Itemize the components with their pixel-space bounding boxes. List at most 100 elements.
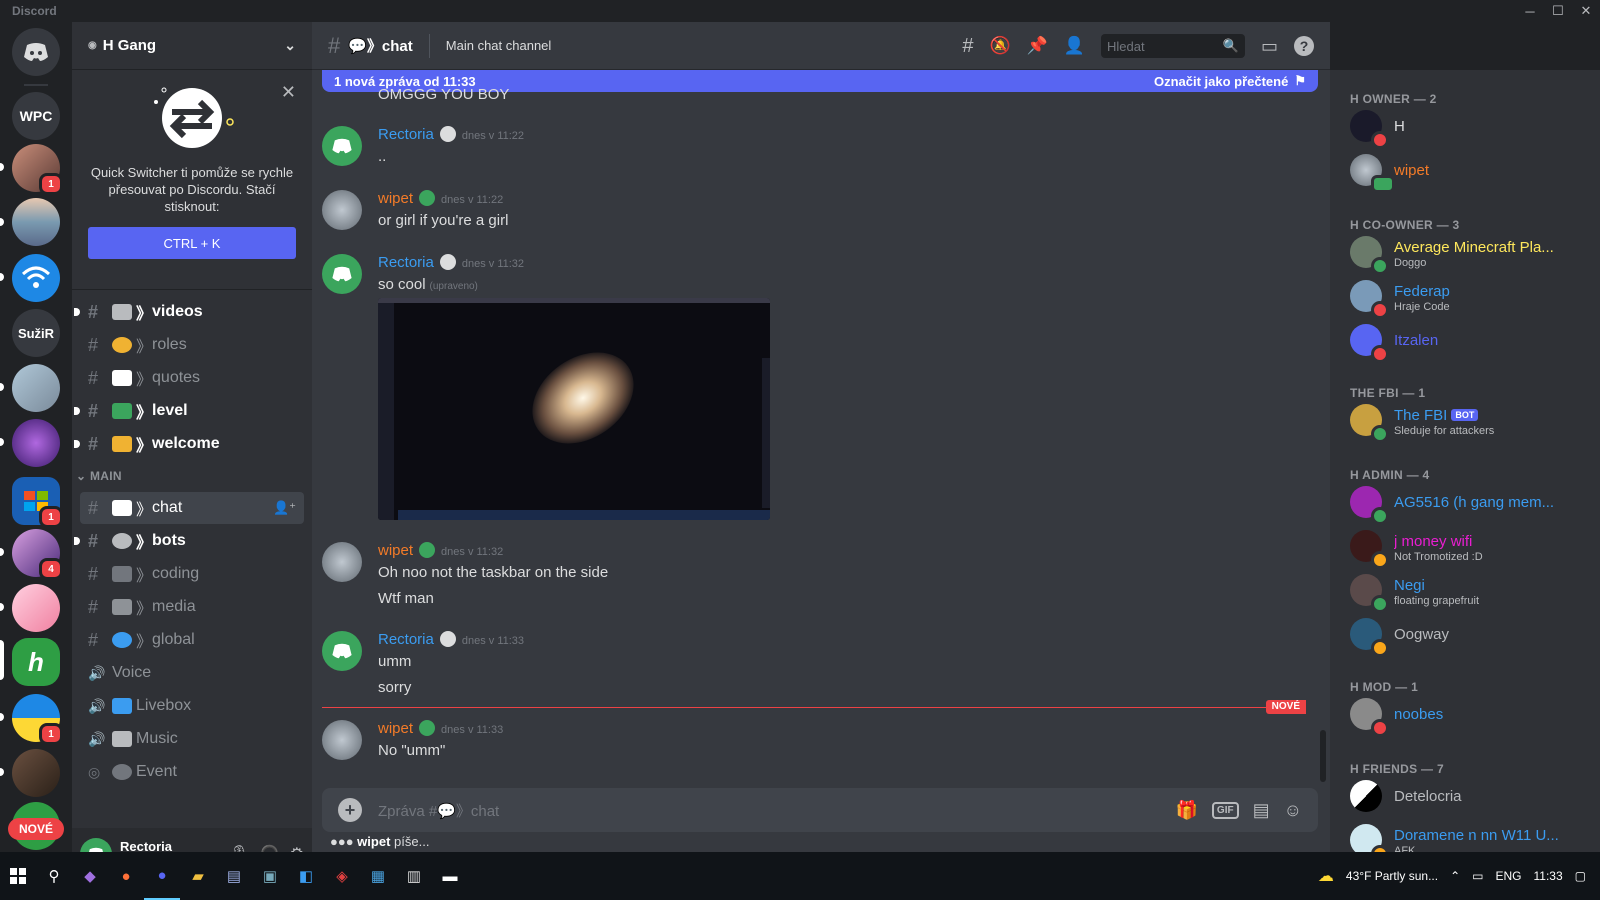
quick-switcher-shortcut-button[interactable]: CTRL + K <box>88 227 296 259</box>
channel-chat[interactable]: # 》 chat 👤⁺ <box>80 492 304 524</box>
home-button[interactable] <box>12 28 60 76</box>
mark-as-read-button[interactable]: Označit jako přečtené <box>1154 74 1288 89</box>
member-item[interactable]: wipet <box>1350 150 1590 193</box>
maximize-button[interactable]: ☐ <box>1544 0 1572 22</box>
emoji-icon[interactable]: ☺ <box>1284 800 1302 821</box>
close-icon[interactable]: ✕ <box>281 82 296 103</box>
server-h-gang[interactable]: h <box>12 638 60 686</box>
voice-channel-livebox[interactable]: 🔊 Livebox <box>80 690 304 722</box>
firefox-icon[interactable]: ● <box>108 852 144 900</box>
channel-level[interactable]: # 》 level <box>74 395 304 427</box>
sticker-icon[interactable]: ▤ <box>1253 800 1270 821</box>
server-wpc[interactable]: WPC <box>12 92 60 140</box>
terminal-icon[interactable]: ▬ <box>432 852 468 900</box>
help-icon[interactable]: ? <box>1294 36 1314 56</box>
avatar[interactable] <box>322 542 362 582</box>
app-icon[interactable]: ◧ <box>288 852 324 900</box>
scrollbar[interactable] <box>1320 730 1326 782</box>
image-attachment[interactable] <box>378 298 770 520</box>
member-item[interactable]: Itzalen <box>1350 320 1590 363</box>
channel-quotes[interactable]: # 》 quotes <box>80 362 304 394</box>
message-author[interactable]: wipet <box>378 542 413 559</box>
search-input[interactable]: Hledat 🔍 <box>1100 34 1245 58</box>
member-item[interactable]: Negi floating grapefruit <box>1350 570 1590 613</box>
minimize-button[interactable]: ─ <box>1516 0 1544 22</box>
add-attachment-button[interactable]: + <box>338 798 362 822</box>
member-list-icon[interactable]: 👤 <box>1064 36 1085 56</box>
notification-mute-icon[interactable]: 🔕 <box>989 36 1010 56</box>
threads-icon[interactable]: # <box>962 35 973 58</box>
server-avatar-girl[interactable]: 1 <box>12 144 63 195</box>
music-icon <box>112 731 132 747</box>
voice-channel-music[interactable]: 🔊 Music <box>80 723 304 755</box>
start-button-icon[interactable] <box>0 852 36 900</box>
server-header[interactable]: ◉ H Gang ⌄ <box>72 22 312 70</box>
avatar[interactable] <box>322 720 362 760</box>
message-author[interactable]: Rectoria <box>378 254 434 271</box>
avatar[interactable] <box>322 126 362 166</box>
member-item[interactable]: Detelocria <box>1350 776 1590 818</box>
server-ukraine[interactable]: 1 <box>12 694 63 745</box>
clock[interactable]: 11:33 <box>1534 869 1563 883</box>
channel-coding[interactable]: # 》 coding <box>80 558 304 590</box>
avatar[interactable] <box>322 254 362 294</box>
channel-bots[interactable]: # 》 bots <box>74 525 304 557</box>
visual-studio-icon[interactable]: ◆ <box>72 852 108 900</box>
notepad-icon[interactable]: ▤ <box>216 852 252 900</box>
app-icon[interactable]: ▣ <box>252 852 288 900</box>
weather-text[interactable]: 43°F Partly sun... <box>1346 869 1438 883</box>
gif-button[interactable]: GIF <box>1211 801 1239 819</box>
server-galaxy[interactable] <box>12 419 60 467</box>
gift-icon[interactable]: 🎁 <box>1176 800 1198 821</box>
stage-channel-event[interactable]: ◎ Event <box>80 756 304 788</box>
search-icon[interactable]: ⚲ <box>36 852 72 900</box>
member-item[interactable]: The FBI BOT Sleduje for attackers <box>1350 400 1590 443</box>
channel-global[interactable]: # 》 global <box>80 624 304 656</box>
app-icon[interactable]: ▦ <box>360 852 396 900</box>
file-explorer-icon[interactable]: ▰ <box>180 852 216 900</box>
member-item[interactable]: H <box>1350 106 1590 149</box>
discord-taskbar-icon[interactable]: ● <box>144 852 180 900</box>
chevron-down-icon[interactable]: ⌄ <box>284 37 296 54</box>
avatar[interactable] <box>322 190 362 230</box>
voice-channel-voice[interactable]: 🔊 Voice <box>80 657 304 689</box>
channel-media[interactable]: # 》 media <box>80 591 304 623</box>
member-item[interactable]: j money wifi Not Tromotized :D <box>1350 526 1590 569</box>
message-author[interactable]: Rectoria <box>378 631 434 648</box>
new-unreads-pill[interactable]: NOVÉ <box>8 818 64 840</box>
app-icon[interactable]: ▥ <box>396 852 432 900</box>
app-icon[interactable]: ◈ <box>324 852 360 900</box>
message-input[interactable]: Zpráva #💬》chat <box>378 800 499 821</box>
pin-icon[interactable]: 📌 <box>1027 36 1048 56</box>
channel-videos[interactable]: # 》 videos <box>74 296 304 328</box>
inbox-icon[interactable]: ▭ <box>1261 36 1278 57</box>
member-item[interactable]: Federap Hraje Code <box>1350 276 1590 319</box>
server-purple[interactable]: 4 <box>12 529 63 580</box>
message-author[interactable]: wipet <box>378 190 413 207</box>
message-author[interactable]: wipet <box>378 720 413 737</box>
message-header: Rectoria dnes v 11:33 <box>378 631 524 648</box>
server-computer[interactable] <box>12 364 60 412</box>
chevron-up-icon[interactable]: ⌃ <box>1450 869 1460 883</box>
server-windows[interactable]: 1 <box>12 477 63 528</box>
close-window-button[interactable]: ✕ <box>1572 0 1600 22</box>
server-suzir[interactable]: SužiR <box>12 309 60 357</box>
server-wifi[interactable] <box>12 254 60 302</box>
member-item[interactable]: noobes <box>1350 694 1590 737</box>
member-item[interactable]: Average Minecraft Pla... Doggo <box>1350 232 1590 275</box>
channel-welcome[interactable]: # 》 welcome <box>74 428 304 460</box>
message-author[interactable]: Rectoria <box>378 126 434 143</box>
server-landscape[interactable] <box>12 198 60 246</box>
member-item[interactable]: Oogway <box>1350 614 1590 657</box>
server-anime[interactable] <box>12 584 60 632</box>
category-main[interactable]: ⌄ MAIN <box>76 469 122 483</box>
invite-icon[interactable]: 👤⁺ <box>273 500 296 516</box>
avatar[interactable] <box>322 631 362 671</box>
channel-topic[interactable]: Main chat channel <box>428 33 551 58</box>
network-icon[interactable]: ▭ <box>1472 869 1483 883</box>
server-dark[interactable] <box>12 749 60 797</box>
notification-icon[interactable]: ▢ <box>1575 869 1586 883</box>
member-item[interactable]: AG5516 (h gang mem... <box>1350 482 1590 525</box>
channel-roles[interactable]: # 》 roles <box>80 329 304 361</box>
language-indicator[interactable]: ENG <box>1496 869 1522 883</box>
